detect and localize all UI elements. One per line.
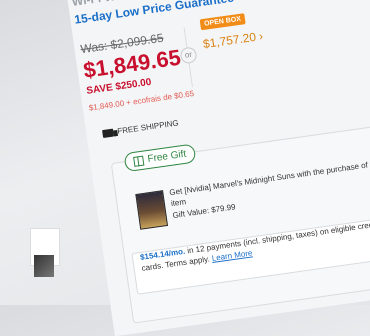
open-box-badge: OPEN BOX bbox=[199, 13, 246, 31]
product-thumbnail-image bbox=[34, 255, 54, 277]
free-gift-label: Free Gift bbox=[146, 148, 187, 165]
chevron-right-icon: › bbox=[257, 28, 264, 44]
free-shipping: FREE SHIPPING bbox=[101, 118, 180, 138]
open-box-price-link[interactable]: $1,757.20› bbox=[202, 29, 264, 51]
truck-icon bbox=[101, 128, 114, 138]
game-cover-image bbox=[135, 190, 169, 230]
gift-icon bbox=[133, 155, 145, 167]
open-box-price: $1,757.20 bbox=[202, 29, 257, 52]
or-label: or bbox=[179, 46, 198, 65]
shipping-label: FREE SHIPPING bbox=[116, 118, 180, 136]
product-page: Wi-Fi Wireless 15-day Low Price Guarante… bbox=[62, 0, 370, 336]
